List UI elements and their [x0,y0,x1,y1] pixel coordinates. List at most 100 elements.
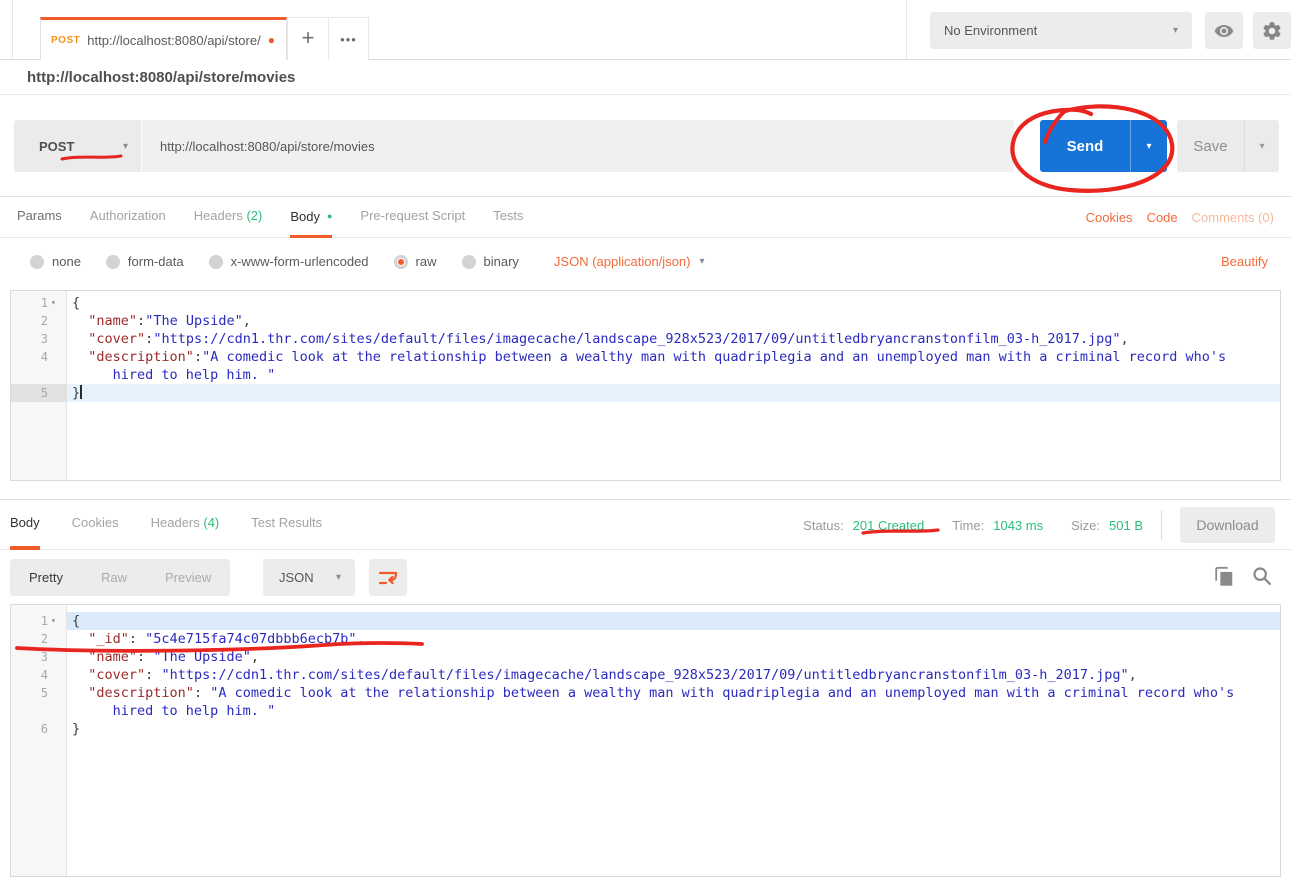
wrap-lines-button[interactable] [369,559,407,596]
code-line: 2 "name":"The Upside", [11,312,1280,330]
tab-params[interactable]: Params [17,197,62,238]
request-body-editor[interactable]: 1▾{2 "name":"The Upside",3 "cover":"http… [10,290,1281,481]
postman-app: POST http://localhost:8080/api/store/ ● … [0,0,1291,884]
headers-count: (2) [246,208,262,223]
beautify-link[interactable]: Beautify [1221,254,1268,269]
tab-headers[interactable]: Headers (2) [194,197,263,238]
page-title: http://localhost:8080/api/store/movies [27,69,295,86]
code-text: hired to help him. " [67,702,1280,720]
body-mode-row: none form-data x-www-form-urlencoded raw… [0,238,1291,285]
radio-unselected-icon [462,255,476,269]
response-headers-count: (4) [203,515,219,530]
ellipsis-icon: ••• [340,32,357,47]
tab-body[interactable]: Body● [290,197,332,238]
request-tabs: Params Authorization Headers (2) Body● P… [0,197,1291,238]
fold-caret-icon[interactable]: ▾ [51,612,60,630]
response-tab-headers[interactable]: Headers (4) [151,500,220,550]
chevron-down-icon: ▾ [1259,141,1264,152]
tab-authorization[interactable]: Authorization [90,197,166,238]
mode-x-www-form-urlencoded[interactable]: x-www-form-urlencoded [209,254,369,269]
comments-link[interactable]: Comments (0) [1192,210,1274,225]
environment-quicklook-button[interactable] [1205,12,1243,49]
search-icon [1251,565,1273,587]
tab-tests[interactable]: Tests [493,197,523,238]
mode-binary[interactable]: binary [462,254,519,269]
request-tab[interactable]: POST http://localhost:8080/api/store/ ● [40,17,287,60]
response-tab-cookies[interactable]: Cookies [72,500,119,550]
copy-response-button[interactable] [1213,566,1235,593]
code-text: "description": "A comedic look at the re… [67,684,1280,702]
settings-button[interactable] [1253,12,1291,49]
line-number: 4 [11,666,67,684]
line-number: 4 [11,348,67,366]
code-line: 5 "description": "A comedic look at the … [11,684,1280,702]
response-view-bar: Pretty Raw Preview JSON ▾ [0,550,1291,604]
url-field-wrap [142,120,1014,172]
line-number: 1▾ [11,612,67,630]
open-tabs-menu-button[interactable]: ••• [328,18,368,60]
gear-icon [1261,20,1283,42]
pane-divider [12,0,13,59]
code-line: 3 "name": "The Upside", [11,648,1280,666]
send-button[interactable]: Send ▾ [1040,120,1167,172]
code-text: { [67,612,1280,630]
code-line: 1▾{ [11,612,1280,630]
save-button[interactable]: Save ▾ [1177,120,1279,172]
copy-icon [1213,566,1235,588]
view-preview[interactable]: Preview [146,559,230,596]
fold-caret-icon[interactable]: ▾ [51,294,60,312]
environment-selector[interactable]: No Environment ▾ [930,12,1192,49]
radio-unselected-icon [106,255,120,269]
line-number: 2 [11,312,67,330]
radio-unselected-icon [30,255,44,269]
request-builder: POST ▾ Send ▾ Save ▾ [0,95,1291,197]
chevron-down-icon: ▾ [1146,141,1151,152]
line-number: 6 [11,720,67,738]
response-format-selector[interactable]: JSON ▾ [263,559,355,596]
code-line: 2 "_id": "5c4e715fa74c07dbbb6ecb7b", [11,630,1280,648]
response-tab-body[interactable]: Body [10,500,40,550]
tab-pre-request-script[interactable]: Pre-request Script [360,197,465,238]
view-raw[interactable]: Raw [82,559,146,596]
mode-raw[interactable]: raw [394,254,437,269]
code-text: "cover": "https://cdn1.thr.com/sites/def… [67,666,1280,684]
mode-none[interactable]: none [30,254,81,269]
size-value: 501 B [1109,518,1143,533]
send-options-button[interactable]: ▾ [1131,120,1167,172]
code-line: 4 "cover": "https://cdn1.thr.com/sites/d… [11,666,1280,684]
search-response-button[interactable] [1251,565,1273,592]
word-wrap-icon [378,570,398,586]
mode-form-data[interactable]: form-data [106,254,184,269]
response-body-editor[interactable]: 1▾{2 "_id": "5c4e715fa74c07dbbb6ecb7b",3… [10,604,1281,877]
pane-divider [906,0,907,59]
code-text: "cover":"https://cdn1.thr.com/sites/defa… [67,330,1280,348]
response-meta-bar: Body Cookies Headers (4) Test Results St… [0,500,1291,550]
code-text: } [67,720,1280,738]
line-number: 2 [11,630,67,648]
save-options-button[interactable]: ▾ [1245,120,1279,172]
time-label: Time: [952,518,984,533]
status-value: 201 Created [853,518,925,533]
download-button[interactable]: Download [1180,507,1275,543]
eye-icon [1213,20,1235,42]
status-label: Status: [803,518,843,533]
line-number: 3 [11,648,67,666]
code-text: "_id": "5c4e715fa74c07dbbb6ecb7b", [67,630,1280,648]
save-label: Save [1177,120,1244,172]
new-tab-button[interactable]: + [288,18,328,60]
environment-label: No Environment [944,23,1037,38]
code-link[interactable]: Code [1147,210,1178,225]
cookies-link[interactable]: Cookies [1086,210,1133,225]
chevron-down-icon: ▾ [336,572,341,583]
divider [1161,510,1162,540]
view-pretty[interactable]: Pretty [10,559,82,596]
response-tab-test-results[interactable]: Test Results [251,500,322,550]
url-input[interactable] [142,120,1014,172]
response-stats: Status: 201 Created Time: 1043 ms Size: … [803,500,1275,550]
response-view-toggle: Pretty Raw Preview [10,559,230,596]
method-selector[interactable]: POST ▾ [14,120,141,172]
time-value: 1043 ms [993,518,1043,533]
content-type-selector[interactable]: JSON (application/json) ▾ [554,254,705,269]
code-line: 5} [11,384,1280,402]
response-section: Body Cookies Headers (4) Test Results St… [0,499,1291,877]
